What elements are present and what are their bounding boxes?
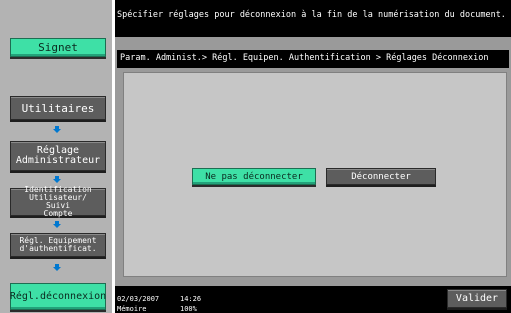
signet-button[interactable]: Signet bbox=[10, 38, 106, 57]
sidebar-item-utilitaires[interactable]: Utilitaires bbox=[10, 96, 106, 120]
deconnecter-button[interactable]: Déconnecter bbox=[326, 168, 436, 185]
valider-button[interactable]: Valider bbox=[447, 289, 507, 308]
memory-label: Mémoire bbox=[117, 305, 147, 313]
sidebar-item-reglage-administrateur[interactable]: Réglage Administrateur bbox=[10, 141, 106, 171]
memory-value: 100% bbox=[180, 305, 197, 313]
status-date: 02/03/2007 bbox=[117, 295, 160, 303]
sidebar-item-identification-utilisateur[interactable]: Identification Utilisateur/ Suivi Compte bbox=[10, 186, 106, 218]
instruction-message: Spécifier réglages pour déconnexion à la… bbox=[117, 10, 506, 20]
status-time: 14:26 bbox=[180, 295, 202, 303]
arrow-down-icon bbox=[53, 221, 61, 228]
sidebar-item-regl-deconnexion[interactable]: Régl.déconnexion bbox=[10, 283, 106, 310]
ne-pas-deconnecter-button[interactable]: Ne pas déconnecter bbox=[192, 168, 316, 185]
arrow-down-icon bbox=[53, 126, 61, 133]
arrow-down-icon bbox=[53, 176, 61, 183]
breadcrumb: Param. Administ.> Régl. Equipen. Authent… bbox=[120, 53, 489, 63]
arrow-down-icon bbox=[53, 264, 61, 271]
sidebar-item-regl-equipement[interactable]: Régl. Equipement d'authentificat. bbox=[10, 233, 106, 257]
